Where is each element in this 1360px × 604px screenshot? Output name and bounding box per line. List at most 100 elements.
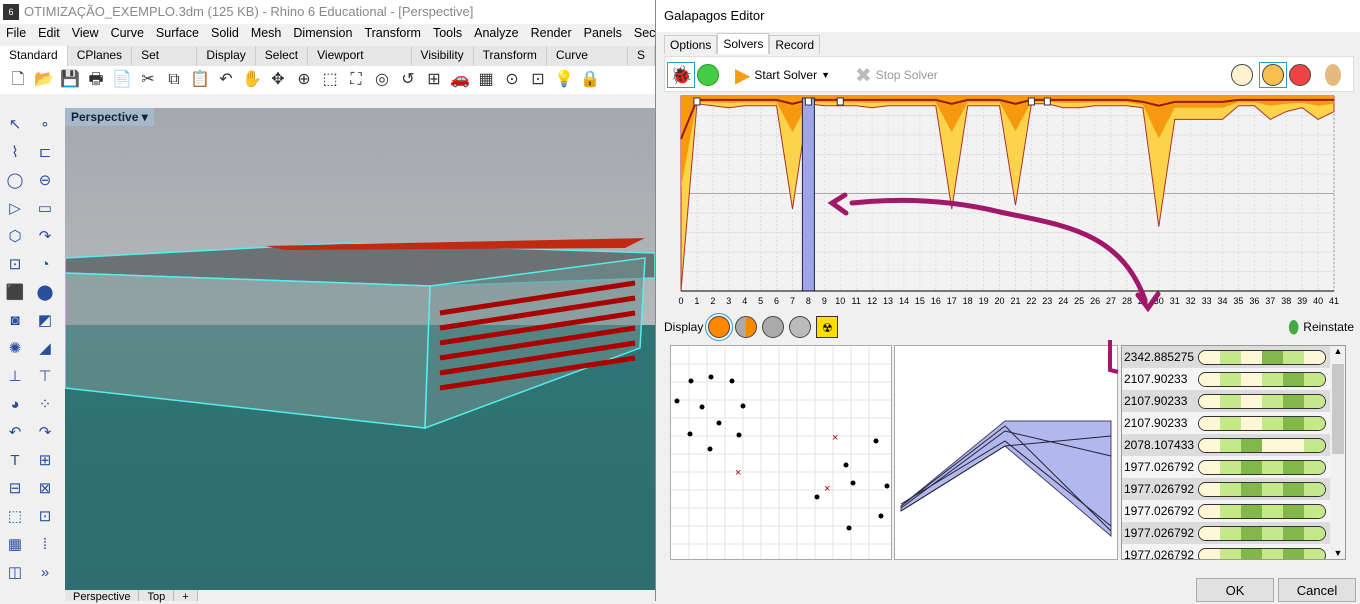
tab-solvers[interactable]: Solvers — [717, 33, 770, 54]
left-tool-icon[interactable]: ↷ — [34, 226, 56, 248]
rotate-icon[interactable]: ✥ — [268, 70, 288, 90]
lock-icon[interactable]: 🔒 — [580, 70, 600, 90]
toolbar-tab[interactable]: Standard — [0, 46, 68, 66]
left-tool-icon[interactable]: T — [4, 450, 26, 472]
print-icon[interactable]: 🖶 — [86, 70, 106, 90]
import-icon[interactable]: 📄 — [112, 70, 132, 90]
left-tool-icon[interactable]: ↷ — [34, 422, 56, 444]
fitness-chart[interactable]: 0 1 2 3 4 5 6 7 8 9 10 11 12 13 14 15 16 17 18 19 20 21 22 23 24… — [672, 93, 1342, 310]
light-icon[interactable]: 💡 — [554, 70, 574, 90]
left-tool-icon[interactable]: ⁘ — [34, 394, 56, 416]
left-tool-icon[interactable]: ⊠ — [34, 478, 56, 500]
left-tool-icon[interactable]: ⬤ — [34, 282, 56, 304]
list-item[interactable]: 2342.885275 — [1122, 346, 1345, 368]
save-icon[interactable]: 💾 — [60, 70, 80, 90]
left-tool-icon[interactable]: ⊖ — [34, 170, 56, 192]
display-mode-eighth-button[interactable] — [789, 316, 812, 338]
menu-item[interactable]: Dimension — [287, 24, 358, 44]
display-mode-full-button[interactable] — [705, 313, 734, 341]
evolutionary-solver-button[interactable]: 🐞 — [667, 62, 696, 88]
list-item[interactable]: 1977.026792 — [1122, 522, 1345, 544]
stop-solver-button[interactable]: ✖ Stop Solver — [855, 62, 938, 88]
ok-button[interactable]: OK — [1196, 578, 1274, 602]
left-tool-icon[interactable]: ◔ — [34, 254, 56, 276]
car-icon[interactable]: 🚗 — [450, 70, 470, 90]
left-tool-icon[interactable]: ⊡ — [4, 254, 26, 276]
left-tool-icon[interactable]: ◫ — [4, 562, 26, 584]
left-tool-icon[interactable]: ◢ — [34, 338, 56, 360]
speed-medium-button[interactable] — [1259, 62, 1287, 88]
copy-icon[interactable]: ⧉ — [164, 70, 184, 90]
grid-icon[interactable]: ▦ — [476, 70, 496, 90]
left-tool-icon[interactable]: ✺ — [4, 338, 26, 360]
left-tool-icon[interactable]: ⊞ — [34, 450, 56, 472]
reinstate-button[interactable]: ⬮ Reinstate — [1288, 317, 1354, 338]
speed-slow-button[interactable] — [1231, 62, 1253, 88]
left-tool-icon[interactable]: ▭ — [34, 198, 56, 220]
viewport-label[interactable]: Perspective ▾ — [65, 108, 154, 126]
left-tool-icon[interactable]: ⬡ — [4, 226, 26, 248]
menu-item[interactable]: Tools — [427, 24, 468, 44]
toolbar-tab[interactable]: Transform — [473, 46, 547, 66]
cancel-button[interactable]: Cancel — [1278, 578, 1356, 602]
toolbar-tab[interactable]: Viewport Layout — [308, 46, 412, 81]
menu-item[interactable]: Render — [525, 24, 578, 44]
undo-icon[interactable]: ↶ — [216, 70, 236, 90]
menu-item[interactable]: Edit — [32, 24, 66, 44]
list-item[interactable]: 1977.026792 — [1122, 544, 1345, 559]
egg-button[interactable] — [1325, 62, 1341, 88]
display-mode-quarter-button[interactable] — [762, 316, 785, 338]
left-tool-icon[interactable]: ⌇ — [4, 142, 26, 164]
left-tool-icon[interactable]: ▷ — [4, 198, 26, 220]
left-tool-icon[interactable]: ⊟ — [4, 478, 26, 500]
left-tool-icon[interactable]: ∘ — [34, 114, 56, 136]
left-tool-icon[interactable]: ◩ — [34, 310, 56, 332]
list-item[interactable]: 1977.026792 — [1122, 456, 1345, 478]
left-tool-icon[interactable]: ◙ — [4, 310, 26, 332]
fitness-list[interactable]: 2342.885275 2107.90233 2107.90233 2107.9023… — [1121, 345, 1346, 560]
list-item[interactable]: 1977.026792 — [1122, 500, 1345, 522]
undo-view-icon[interactable]: ↺ — [398, 70, 418, 90]
viewport-tab[interactable]: + — [174, 590, 198, 603]
snap-icon[interactable]: ⊡ — [528, 70, 548, 90]
more-tools-button[interactable]: » — [34, 562, 56, 584]
display-mode-half-button[interactable] — [735, 316, 758, 338]
selected-generation[interactable] — [801, 97, 815, 292]
left-tool-icon[interactable]: ↖ — [4, 114, 26, 136]
list-item[interactable]: 1977.026792 — [1122, 478, 1345, 500]
speed-fast-button[interactable] — [1289, 62, 1311, 88]
left-tool-icon[interactable]: ⊤ — [34, 366, 56, 388]
menu-item[interactable]: View — [66, 24, 105, 44]
left-tool-icon[interactable]: ⬛ — [4, 282, 26, 304]
toolbar-tab[interactable]: Curve Tools — [546, 46, 628, 81]
toolbar-tab[interactable]: S — [627, 46, 655, 66]
viewports-icon[interactable]: ⊞ — [424, 70, 444, 90]
cut-icon[interactable]: ✂ — [138, 70, 158, 90]
menu-item[interactable]: Curve — [105, 24, 150, 44]
pan-icon[interactable]: ✋ — [242, 70, 262, 90]
left-tool-icon[interactable]: ⊡ — [34, 506, 56, 528]
start-solver-button[interactable]: ▶ Start Solver ▼ — [735, 62, 830, 88]
zoom-window-icon[interactable]: ⬚ — [320, 70, 340, 90]
circle-icon[interactable]: ⊙ — [502, 70, 522, 90]
left-tool-icon[interactable]: ◯ — [4, 170, 26, 192]
left-tool-icon[interactable]: ⬚ — [4, 506, 26, 528]
list-item[interactable]: 2107.90233 — [1122, 412, 1345, 434]
toolbar-tab[interactable]: CPlanes — [67, 46, 133, 66]
zoom-icon[interactable]: ⊕ — [294, 70, 314, 90]
menu-item[interactable]: Transform — [358, 24, 427, 44]
tab-record[interactable]: Record — [769, 35, 821, 54]
left-tool-icon[interactable]: ⁞ — [34, 534, 56, 556]
zoom-selected-icon[interactable]: ◎ — [372, 70, 392, 90]
menu-item[interactable]: Analyze — [468, 24, 524, 44]
toolbar-tab[interactable]: Visibility — [411, 46, 474, 66]
viewport-tab[interactable]: Perspective — [65, 590, 140, 603]
list-item[interactable]: 2078.107433 — [1122, 434, 1345, 456]
list-scrollbar[interactable]: ▲ ▼ — [1330, 346, 1345, 559]
radioactive-icon[interactable]: ☢ — [816, 316, 839, 338]
viewport-tab[interactable]: Top — [139, 590, 175, 603]
tab-options[interactable]: Options — [664, 35, 718, 54]
list-item[interactable]: 2107.90233 — [1122, 368, 1345, 390]
menu-item[interactable]: Panels — [578, 24, 628, 44]
list-item[interactable]: 2107.90233 — [1122, 390, 1345, 412]
